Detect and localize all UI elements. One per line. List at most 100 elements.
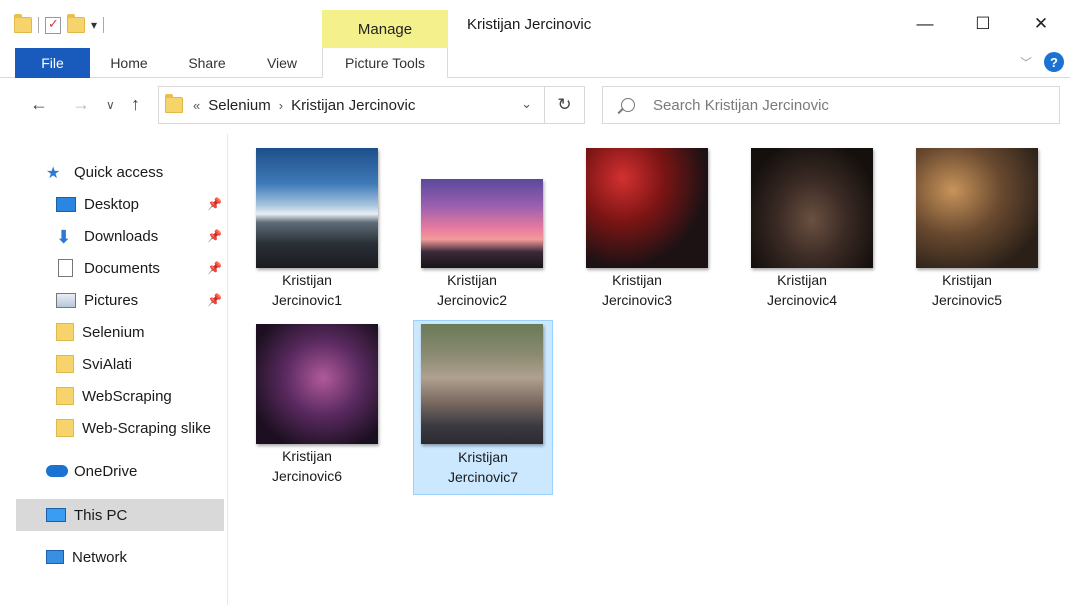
- pin-icon[interactable]: 📌: [207, 293, 222, 307]
- sidebar-item-documents[interactable]: Documents 📌: [56, 252, 226, 284]
- divider: [38, 17, 39, 33]
- folder-icon: [56, 323, 74, 341]
- sidebar-item-label: OneDrive: [74, 462, 138, 480]
- sidebar-item-svialati[interactable]: SviAlati: [56, 348, 226, 380]
- search-icon: [621, 98, 635, 112]
- expand-ribbon-icon[interactable]: ﹀: [1020, 54, 1032, 71]
- breadcrumb-current[interactable]: Kristijan Jercinovic: [291, 97, 415, 114]
- sidebar-item-onedrive[interactable]: OneDrive: [46, 455, 226, 487]
- chevron-right-icon[interactable]: ›: [279, 98, 283, 113]
- file-item-selected[interactable]: Kristijan Jercinovic7: [413, 320, 553, 495]
- tab-share[interactable]: Share: [175, 48, 239, 78]
- minimize-button[interactable]: —: [896, 0, 954, 48]
- sidebar-item-selenium[interactable]: Selenium: [56, 316, 226, 348]
- quick-access-toolbar: ▾: [14, 12, 105, 38]
- file-item[interactable]: Kristijan Jercinovic6: [237, 320, 378, 495]
- image-thumbnail: [421, 324, 543, 444]
- sidebar-item-quick-access[interactable]: ★ Quick access: [46, 156, 226, 188]
- sidebar-item-this-pc[interactable]: This PC: [16, 499, 224, 531]
- file-item[interactable]: Kristijan Jercinovic2: [402, 144, 543, 319]
- sidebar-item-label: Quick access: [74, 163, 164, 181]
- maximize-button[interactable]: ☐: [954, 0, 1012, 48]
- sidebar-item-label: Documents: [84, 259, 160, 277]
- quick-access-star-icon: ★: [46, 165, 61, 182]
- properties-icon[interactable]: [45, 16, 61, 34]
- navigation-pane: ★ Quick access Desktop 📌 ⬇ Downloads 📌 D…: [0, 134, 228, 605]
- computer-icon: [46, 508, 66, 522]
- sidebar-item-label: Downloads: [84, 227, 159, 245]
- pin-icon[interactable]: 📌: [207, 261, 222, 275]
- tab-view[interactable]: View: [250, 48, 314, 78]
- ribbon-controls: ﹀ ?: [1020, 52, 1064, 72]
- file-name: Kristijan Jercinovic2: [436, 272, 508, 308]
- customize-toolbar-icon[interactable]: ▾: [91, 18, 97, 32]
- image-thumbnail: [916, 148, 1038, 268]
- file-name: Kristijan Jercinovic7: [447, 449, 519, 485]
- sidebar-item-downloads[interactable]: ⬇ Downloads 📌: [56, 220, 226, 252]
- tab-file[interactable]: File: [15, 48, 90, 78]
- breadcrumb-overflow[interactable]: «: [193, 98, 200, 113]
- network-icon: [46, 550, 64, 564]
- file-name: Kristijan Jercinovic3: [601, 272, 673, 308]
- image-thumbnail: [751, 148, 873, 268]
- back-arrow-icon[interactable]: ←: [30, 94, 48, 115]
- breadcrumb-selenium[interactable]: Selenium: [208, 97, 271, 114]
- title-bar: ▾ Manage Kristijan Jercinovic — ☐ ✕: [0, 0, 1070, 48]
- file-name: Kristijan Jercinovic6: [271, 448, 343, 484]
- folder-icon[interactable]: [14, 14, 32, 33]
- sidebar-item-label: WebScraping: [82, 387, 172, 405]
- file-item[interactable]: Kristijan Jercinovic1: [237, 144, 378, 319]
- close-button[interactable]: ✕: [1012, 0, 1070, 48]
- breadcrumb: « Selenium › Kristijan Jercinovic: [193, 97, 415, 114]
- tab-home[interactable]: Home: [98, 48, 160, 78]
- pin-icon[interactable]: 📌: [207, 229, 222, 243]
- download-arrow-icon: ⬇: [56, 227, 72, 247]
- tab-picture-tools[interactable]: Picture Tools: [322, 48, 448, 78]
- image-thumbnail: [586, 148, 708, 268]
- sidebar-item-label: Selenium: [82, 323, 145, 341]
- document-icon: [56, 259, 76, 277]
- new-folder-icon[interactable]: [67, 14, 85, 33]
- search-box[interactable]: [602, 86, 1060, 124]
- cloud-icon: [46, 462, 68, 480]
- address-bar[interactable]: « Selenium › Kristijan Jercinovic ⌄: [158, 86, 545, 124]
- pin-icon[interactable]: 📌: [207, 197, 222, 211]
- file-item[interactable]: Kristijan Jercinovic4: [732, 144, 873, 319]
- file-item[interactable]: Kristijan Jercinovic5: [897, 144, 1038, 319]
- window-controls: — ☐ ✕: [896, 0, 1070, 48]
- file-name: Kristijan Jercinovic5: [931, 272, 1003, 308]
- sidebar-item-desktop[interactable]: Desktop 📌: [56, 188, 226, 220]
- help-icon[interactable]: ?: [1044, 52, 1064, 72]
- manage-tab[interactable]: Manage: [322, 10, 448, 48]
- folder-icon: [56, 355, 74, 373]
- sidebar-item-pictures[interactable]: Pictures 📌: [56, 284, 226, 316]
- search-input[interactable]: [653, 96, 1033, 114]
- file-list: Kristijan Jercinovic1 Kristijan Jercinovic…: [229, 134, 1070, 605]
- desktop-icon: [56, 196, 76, 212]
- sidebar-item-webscraping[interactable]: WebScraping: [56, 380, 226, 412]
- recent-locations-icon[interactable]: ∨: [106, 98, 115, 112]
- sidebar-item-network[interactable]: Network: [46, 541, 226, 573]
- folder-icon: [56, 387, 74, 405]
- window-title: Kristijan Jercinovic: [467, 16, 592, 33]
- sidebar-item-label: Network: [72, 548, 128, 566]
- file-item[interactable]: Kristijan Jercinovic3: [567, 144, 708, 319]
- sidebar-item-web-scraping-slike[interactable]: Web-Scraping slike: [56, 412, 226, 444]
- chevron-down-icon[interactable]: ⌄: [521, 96, 532, 112]
- refresh-button[interactable]: ↻: [545, 86, 585, 124]
- image-thumbnail: [256, 324, 378, 444]
- sidebar-item-label: SviAlati: [82, 355, 133, 373]
- up-arrow-icon[interactable]: ↑: [131, 94, 140, 115]
- forward-arrow-icon[interactable]: →: [72, 94, 90, 115]
- file-name: Kristijan Jercinovic4: [766, 272, 838, 308]
- image-thumbnail: [421, 179, 543, 268]
- folder-icon: [56, 419, 74, 437]
- sidebar-item-label: Pictures: [84, 291, 139, 309]
- folder-icon: [165, 94, 183, 113]
- divider: [103, 17, 105, 33]
- image-thumbnail: [256, 148, 378, 268]
- ribbon-tabs: File Home Share View Picture Tools ﹀ ?: [0, 48, 1070, 78]
- sidebar-item-label: This PC: [74, 506, 128, 524]
- sidebar-item-label: Desktop: [84, 195, 140, 213]
- sidebar-item-label: Web-Scraping slike: [82, 419, 211, 437]
